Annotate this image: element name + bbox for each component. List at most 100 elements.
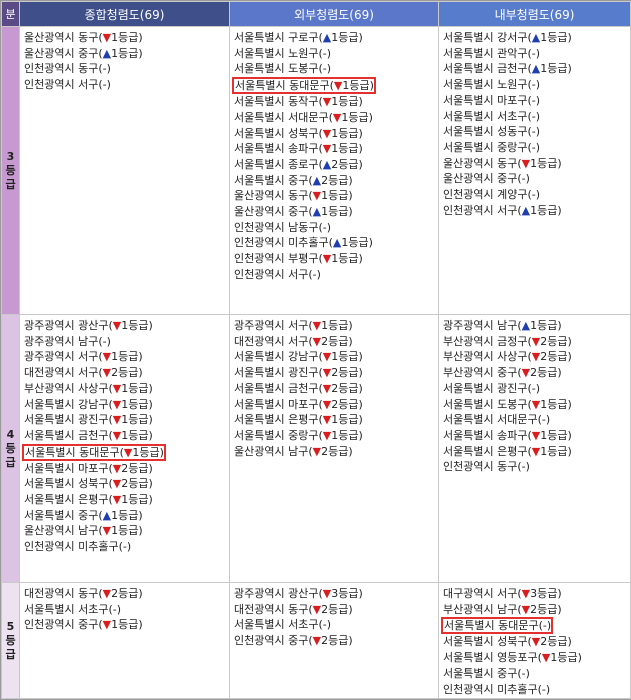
district-text: 서울특별시 동대문구( (235, 79, 334, 93)
up-triangle-icon: ▲ (102, 508, 112, 522)
district-entry: 서울특별시 서초구(-) (234, 618, 331, 631)
down-triangle-icon: ▼ (531, 635, 541, 649)
district-item: 인천광역시 서구(-) (234, 267, 438, 283)
district-entry: 광주광역시 광산구(▼3등급) (234, 587, 363, 600)
district-text: 부산광역시 금정구( (443, 334, 532, 348)
district-text: 인천광역시 남동구(-) (234, 220, 332, 234)
grade-row: 3 등급 울산광역시 동구(▼1등급) 울산광역시 중구(▲1등급) 인천광역시 동구… (1, 26, 631, 315)
down-triangle-icon: ▼ (531, 444, 541, 458)
district-item: 서울특별시 서대문구(▼1등급) (234, 110, 438, 126)
district-entry: 서울특별시 금천구(▲1등급) (443, 62, 572, 75)
district-entry: 서울특별시 광진구(▼1등급) (24, 413, 153, 426)
district-entry: 서울특별시 구로구(▲1등급) (234, 31, 363, 44)
district-entry: 서울특별시 동작구(▼1등급) (234, 95, 363, 108)
district-text: 서울특별시 은평구( (443, 444, 532, 458)
district-text: 부산광역시 사상구( (443, 350, 532, 364)
district-item: 서울특별시 영등포구(▼1등급) (443, 650, 630, 666)
down-triangle-icon: ▼ (322, 428, 332, 442)
down-triangle-icon: ▼ (312, 634, 322, 648)
district-item: 서울특별시 은평구(▼1등급) (443, 444, 630, 460)
grade-change-text: 1등급) (121, 381, 153, 395)
district-entry: 인천광역시 동구(-) (24, 62, 111, 75)
up-triangle-icon: ▲ (322, 157, 332, 171)
district-entry: 서울특별시 서대문구(▼1등급) (234, 111, 373, 124)
district-text: 서울특별시 중구( (24, 508, 103, 522)
district-text: 서울특별시 은평구( (234, 413, 323, 427)
highlighted-district-item: 서울특별시 동대문구(▼1등급) (22, 443, 229, 461)
district-entry: 울산광역시 남구(▼1등급) (24, 524, 143, 537)
district-item: 울산광역시 동구(▼1등급) (234, 188, 438, 204)
district-entry: 서울특별시 중랑구(▼1등급) (234, 429, 363, 442)
grade-label: 5 등급 (1, 582, 20, 699)
grade-change-text: 1등급) (342, 79, 374, 93)
district-item: 인천광역시 중구(▼1등급) (24, 617, 229, 633)
grade-change-text: 1등급) (121, 319, 153, 332)
grade-change-text: 1등급) (121, 413, 153, 427)
district-item: 광주광역시 서구(▼1등급) (24, 349, 229, 365)
grade-change-text: 1등급) (132, 445, 164, 459)
district-item: 서울특별시 관악구(-) (443, 46, 630, 62)
district-text: 부산광역시 남구( (443, 602, 522, 616)
grade-change-text: 1등급) (321, 205, 353, 219)
district-entry: 인천광역시 미추홀구(-) (24, 540, 131, 553)
district-item: 광주광역시 광산구(▼1등급) (24, 318, 229, 334)
grade-row: 4 등급 광주광역시 광산구(▼1등급) 광주광역시 남구(-) 광주광역시 서구(▼… (1, 314, 631, 583)
district-text: 서울특별시 중구(-) (443, 666, 530, 680)
grade-change-text: 2등급) (111, 366, 143, 380)
district-entry: 대전광역시 서구(▼2등급) (234, 335, 353, 348)
grade-change-text: 2등급) (331, 366, 363, 380)
district-text: 서울특별시 동작구( (234, 95, 323, 109)
grade-change-text: 1등급) (540, 31, 572, 44)
district-entry: 서울특별시 은평구(▼1등급) (24, 493, 153, 506)
district-item: 서울특별시 마포구(▼2등급) (234, 397, 438, 413)
district-item: 서울특별시 송파구(▼1등급) (234, 141, 438, 157)
district-item: 인천광역시 중구(▼2등급) (234, 633, 438, 649)
header-row: 분 종합청렴도(69) 외부청렴도(69) 내부청렴도(69) (1, 1, 631, 27)
district-item: 인천광역시 미추홀구(-) (443, 682, 630, 698)
grade-change-text: 2등급) (321, 334, 353, 348)
district-item: 울산광역시 중구(-) (443, 171, 630, 187)
district-text: 서울특별시 서초구(-) (443, 109, 541, 123)
district-text: 대전광역시 서구( (234, 334, 313, 348)
district-entry: 서울특별시 마포구(▼2등급) (24, 462, 153, 475)
district-text: 서울특별시 도봉구(-) (234, 62, 332, 76)
district-text: 인천광역시 동구(-) (24, 62, 111, 76)
down-triangle-icon: ▼ (312, 444, 322, 458)
district-item: 서울특별시 노원구(-) (443, 77, 630, 93)
district-text: 서울특별시 노원구(-) (443, 78, 541, 92)
district-text: 인천광역시 부평구( (234, 252, 323, 266)
district-entry: 인천광역시 미추홀구(-) (443, 683, 550, 696)
district-entry: 서울특별시 중구(-) (443, 667, 530, 680)
district-text: 인천광역시 중구( (234, 634, 313, 648)
header-overall-integrity: 종합청렴도(69) (19, 1, 230, 27)
district-text: 서울특별시 서대문구( (234, 110, 333, 124)
district-item: 서울특별시 노원구(-) (234, 46, 438, 62)
grade-change-text: 1등급) (540, 62, 572, 76)
grade-change-text: 1등급) (121, 428, 153, 442)
district-item: 울산광역시 동구(▼1등급) (443, 156, 630, 172)
district-text: 부산광역시 사상구( (24, 381, 113, 395)
district-text: 서울특별시 중랑구( (234, 428, 323, 442)
district-entry: 서울특별시 은평구(▼1등급) (234, 413, 363, 426)
district-item: 대전광역시 동구(▼2등급) (24, 586, 229, 602)
header-external-integrity: 외부청렴도(69) (229, 1, 439, 27)
district-item: 울산광역시 남구(▼1등급) (24, 523, 229, 539)
grade-change-text: 2등급) (530, 602, 562, 616)
down-triangle-icon: ▼ (531, 397, 541, 411)
grade-change-text: 1등급) (121, 493, 153, 507)
grade-change-text: 1등급) (530, 319, 562, 332)
district-text: 서울특별시 은평구( (24, 493, 113, 507)
district-text: 서울특별시 중랑구(-) (443, 140, 541, 154)
district-entry: 울산광역시 중구(-) (443, 172, 530, 185)
district-text: 서울특별시 서초구(-) (234, 618, 332, 632)
integrity-table: 분 종합청렴도(69) 외부청렴도(69) 내부청렴도(69) 3 등급울산광역… (1, 1, 631, 699)
grade-cell-col1: 광주광역시 광산구(▼1등급) 광주광역시 남구(-) 광주광역시 서구(▼1등급)… (19, 314, 230, 583)
grade-change-text: 2등급) (530, 366, 562, 380)
district-text: 인천광역시 서구(-) (234, 267, 321, 281)
down-triangle-icon: ▼ (112, 477, 122, 491)
district-item: 대전광역시 동구(▼2등급) (234, 602, 438, 618)
grade-row: 5 등급 대전광역시 동구(▼2등급) 서울특별시 서초구(-) 인천광역시 중구(▼… (1, 582, 631, 699)
district-entry: 인천광역시 부평구(▼1등급) (234, 252, 363, 265)
grade-label: 3 등급 (1, 26, 20, 315)
district-text: 서울특별시 성북구( (443, 635, 532, 649)
